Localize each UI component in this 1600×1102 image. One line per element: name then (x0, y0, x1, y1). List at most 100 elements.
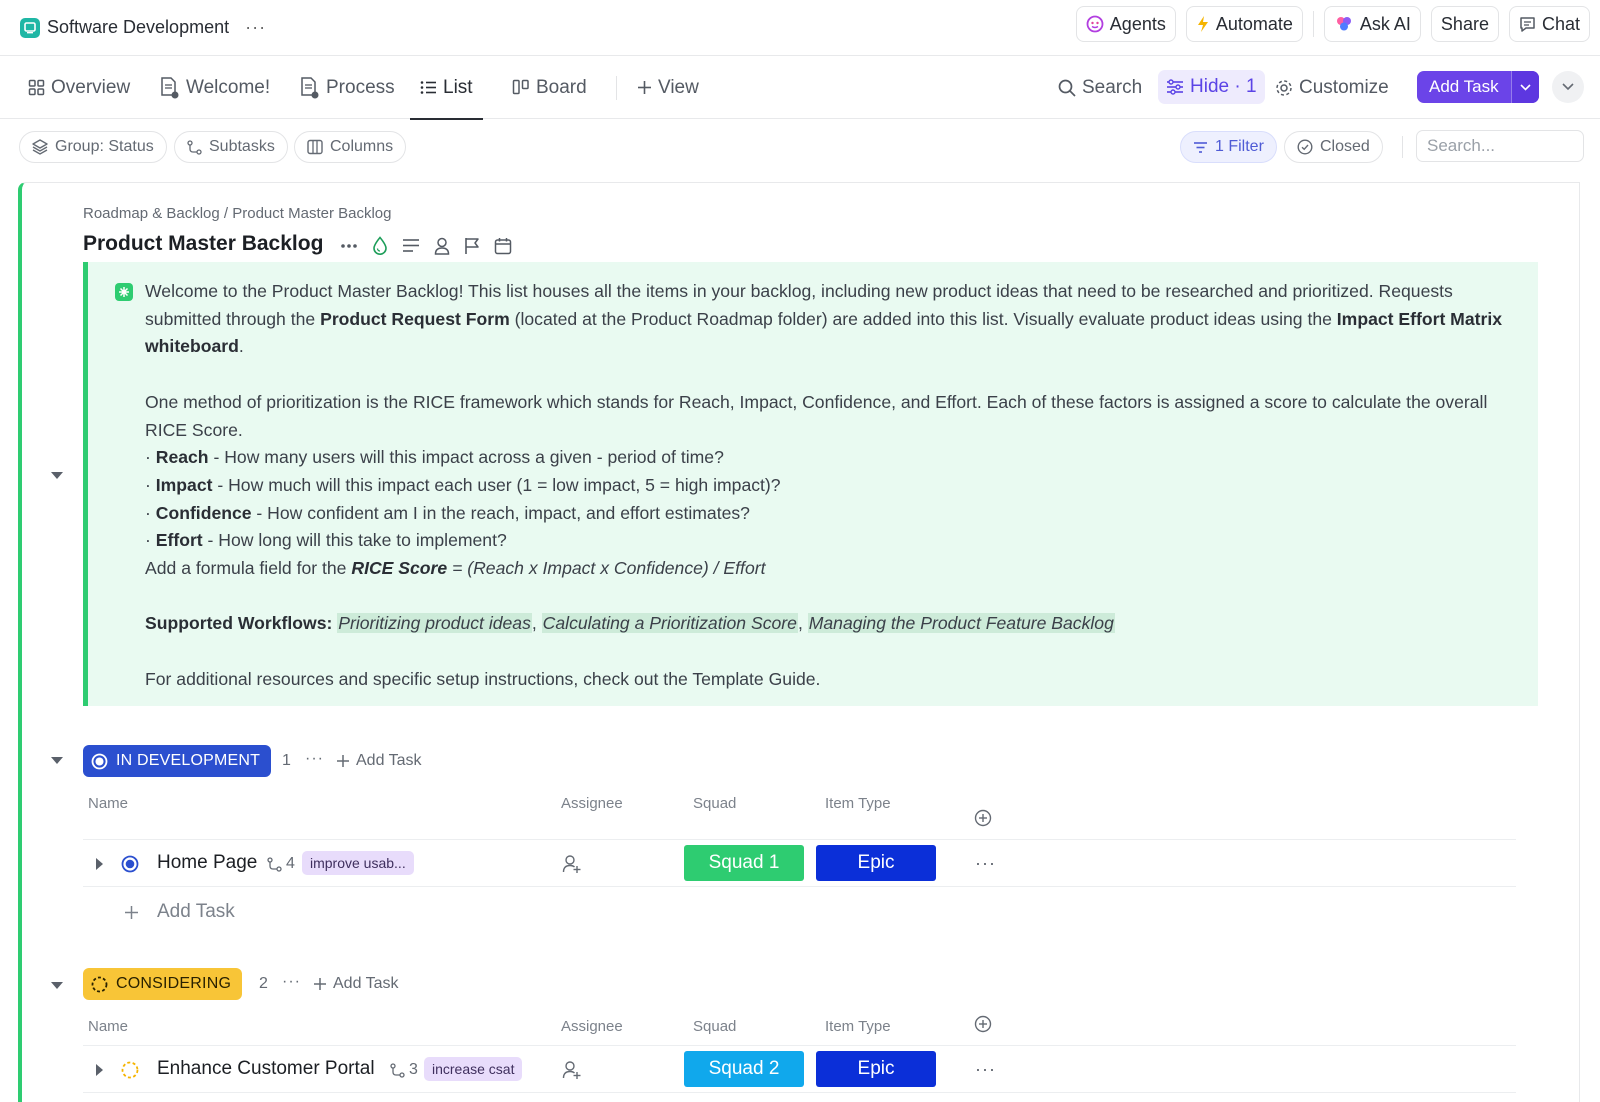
customize-label: Customize (1299, 76, 1389, 98)
column-header-item-type[interactable]: Item Type (825, 1018, 891, 1035)
workspace-more-button[interactable]: ··· (245, 17, 266, 38)
subtasks-icon (267, 856, 282, 872)
workflow-link[interactable]: Calculating a Prioritization Score (541, 613, 798, 634)
subtask-count[interactable]: 4 (267, 855, 295, 873)
tab-board[interactable]: Board (512, 56, 587, 119)
breadcrumb[interactable]: Roadmap & Backlog / Product Master Backl… (83, 205, 391, 222)
task-tag[interactable]: increase csat (424, 1057, 523, 1081)
add-task-dropdown[interactable] (1510, 71, 1539, 103)
expand-subtasks-toggle[interactable] (96, 1064, 103, 1076)
closed-chip[interactable]: Closed (1284, 131, 1383, 163)
color-drop-icon[interactable] (372, 236, 388, 255)
closed-label: Closed (1320, 138, 1370, 155)
group-add-task-button[interactable]: Add Task (313, 975, 399, 993)
bullet-text: - How many users will this impact across… (208, 447, 724, 468)
task-name[interactable]: Home Page (157, 852, 257, 874)
item-type-pill[interactable]: Epic (816, 1051, 936, 1087)
search-button[interactable]: Search (1058, 56, 1142, 119)
automate-button[interactable]: Automate (1185, 6, 1303, 42)
document-icon (161, 76, 179, 98)
document-icon (301, 76, 319, 98)
tab-label: Welcome! (186, 76, 271, 98)
collapse-description-toggle[interactable] (51, 472, 63, 479)
ask-ai-button[interactable]: Ask AI (1323, 6, 1421, 42)
add-column-icon[interactable] (974, 1015, 992, 1033)
workflow-link[interactable]: Managing the Product Feature Backlog (807, 613, 1115, 634)
status-badge[interactable]: IN DEVELOPMENT (83, 745, 272, 777)
group-more-button[interactable]: ··· (282, 973, 301, 991)
task-name[interactable]: Enhance Customer Portal (157, 1058, 375, 1080)
grid-icon (28, 79, 45, 96)
share-button[interactable]: Share (1430, 6, 1499, 42)
status-label: IN DEVELOPMENT (116, 752, 261, 769)
subtask-count[interactable]: 3 (390, 1061, 418, 1079)
chevron-down-icon (1562, 83, 1574, 91)
column-header-assignee[interactable]: Assignee (561, 795, 623, 812)
squad-pill[interactable]: Squad 2 (684, 1051, 804, 1087)
collapse-group-toggle[interactable] (51, 982, 63, 989)
task-tag[interactable]: improve usab... (302, 851, 414, 875)
more-icon[interactable] (340, 243, 358, 249)
group-add-task-button[interactable]: Add Task (336, 752, 422, 770)
add-column-icon[interactable] (974, 809, 992, 827)
squad-pill[interactable]: Squad 1 (684, 845, 804, 881)
description-text: Welcome to the Product Master Backlog! T… (145, 278, 1525, 694)
tab-add-view[interactable]: View (637, 56, 699, 119)
user-icon[interactable] (434, 237, 450, 255)
calendar-icon[interactable] (494, 237, 512, 255)
page-title[interactable]: Product Master Backlog (83, 232, 323, 256)
column-header-squad[interactable]: Squad (693, 795, 736, 812)
description-intro: Welcome to the Product Master Backlog! T… (145, 278, 1525, 361)
group-by-chip[interactable]: Group: Status (19, 131, 167, 163)
columns-chip[interactable]: Columns (294, 131, 407, 163)
list-description: Welcome to the Product Master Backlog! T… (83, 262, 1538, 706)
tab-welcome[interactable]: Welcome! (158, 56, 270, 119)
status-in-progress-icon[interactable] (121, 855, 139, 873)
layers-icon (32, 139, 48, 155)
collapse-group-toggle[interactable] (51, 757, 63, 764)
tab-process[interactable]: Process (298, 56, 395, 119)
status-badge[interactable]: CONSIDERING (83, 968, 243, 1000)
add-assignee-icon[interactable] (562, 854, 582, 874)
chat-button[interactable]: Chat (1508, 6, 1590, 42)
hide-button[interactable]: Hide · 1 (1158, 70, 1265, 104)
bullet-text: - How confident am I in the reach, impac… (251, 502, 750, 523)
more-options-button[interactable] (1552, 71, 1584, 103)
column-header-name[interactable]: Name (88, 795, 128, 812)
tab-label: List (443, 76, 473, 98)
item-type-pill[interactable]: Epic (816, 845, 936, 881)
expand-subtasks-toggle[interactable] (96, 858, 103, 870)
search-input[interactable]: Search... (1416, 130, 1584, 162)
column-header-assignee[interactable]: Assignee (561, 1018, 623, 1035)
group-more-button[interactable]: ··· (305, 750, 324, 768)
row-more-button[interactable]: ··· (975, 853, 996, 874)
add-task-button[interactable]: Add Task (1417, 71, 1539, 103)
group-by-label: Group: Status (55, 138, 154, 155)
workflow-link[interactable]: Prioritizing product ideas (337, 613, 532, 634)
bullet-impact: · Impact - How much will this impact eac… (145, 474, 781, 495)
workspace-header[interactable]: Software Development ··· (20, 17, 266, 38)
subtasks-chip[interactable]: Subtasks (174, 131, 288, 163)
column-header-item-type[interactable]: Item Type (825, 795, 891, 812)
product-request-form-link[interactable]: Product Request Form (320, 309, 510, 329)
share-label: Share (1440, 13, 1489, 34)
tab-overview[interactable]: Overview (28, 56, 130, 119)
description-footer: For additional resources and specific se… (145, 668, 821, 689)
tab-list[interactable]: List (410, 56, 483, 120)
agents-button[interactable]: Agents (1075, 6, 1176, 42)
column-header-squad[interactable]: Squad (693, 1018, 736, 1035)
status-considering-icon[interactable] (121, 1061, 139, 1079)
column-header-name[interactable]: Name (88, 1018, 128, 1035)
add-assignee-icon[interactable] (562, 1060, 582, 1080)
divider (616, 76, 617, 100)
plus-icon (314, 978, 326, 990)
customize-button[interactable]: Customize (1275, 56, 1389, 119)
columns-label: Columns (330, 138, 394, 155)
description-icon[interactable] (402, 238, 420, 253)
filter-chip[interactable]: 1 Filter (1180, 131, 1277, 163)
plus-icon (337, 755, 349, 767)
row-more-button[interactable]: ··· (975, 1059, 996, 1080)
add-task-row[interactable]: Add Task (124, 901, 235, 923)
tab-label: Overview (51, 76, 131, 98)
flag-icon[interactable] (464, 237, 480, 255)
